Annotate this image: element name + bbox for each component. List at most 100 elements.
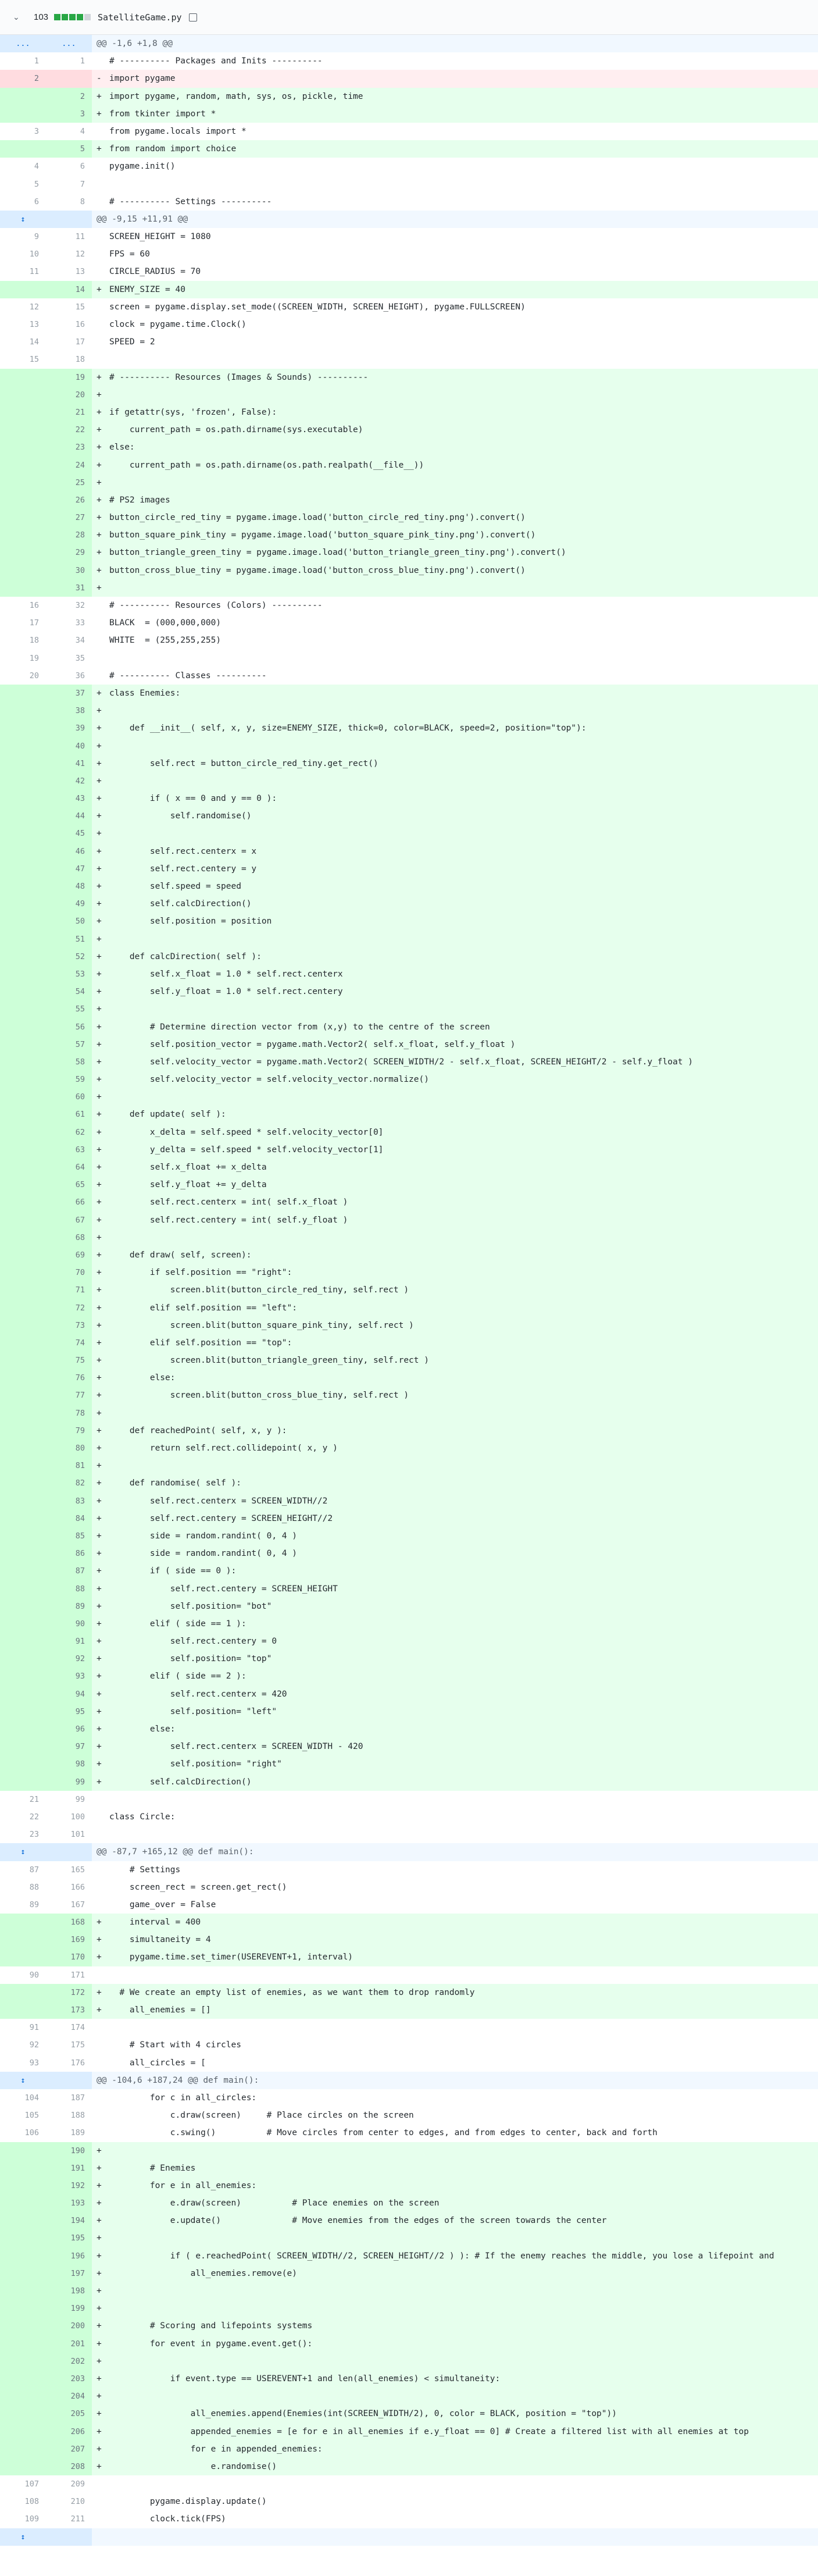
diff-line: 47 + self.rect.centery = y (0, 860, 818, 878)
code-line: + self.rect.centery = SCREEN_HEIGHT (97, 1584, 338, 1594)
diff-line: 77 + screen.blit(button_cross_blue_tiny, … (0, 1387, 818, 1405)
old-line-number: 15 (29, 355, 39, 365)
code-line: + (97, 829, 102, 839)
new-line-number: 94 (46, 1685, 92, 1703)
old-line-number: 104 (24, 2093, 39, 2103)
diff-line: 173 + all_enemies = [] (0, 2001, 818, 2019)
lines-changed-count: 103 (34, 12, 49, 22)
code-line: + class Enemies: (97, 688, 181, 698)
diff-line: 40 + (0, 737, 818, 755)
code-line: pygame.init() (109, 162, 176, 172)
code-line: + self.y_float = 1.0 * self.rect.centery (97, 987, 343, 997)
code-line: + elif ( side == 2 ): (97, 1672, 247, 1681)
diff-line: 23 + else: (0, 439, 818, 457)
old-line-number (0, 2264, 46, 2282)
new-line-number: 35 (75, 653, 85, 663)
expand-icon[interactable]: ↕ (0, 2528, 46, 2546)
code-line: + button_triangle_green_tiny = pygame.ima… (97, 548, 566, 558)
code-line: + x_delta = self.speed * self.velocity_v… (97, 1127, 384, 1137)
old-line-number (0, 719, 46, 737)
expand-icon[interactable]: ↕ (0, 2071, 46, 2089)
code-line: + (97, 2146, 102, 2155)
old-line-number (0, 2142, 46, 2160)
new-line-number: 48 (46, 878, 92, 896)
diff-line: 87 + if ( side == 0 ): (0, 1562, 818, 1580)
code-line: + # We create an empty list of enemies, … (97, 1987, 475, 1997)
diff-line: 104 187 for c in all_circles: (0, 2089, 818, 2107)
old-line-number (0, 1527, 46, 1545)
old-line-number (0, 1211, 46, 1229)
code-line: SPEED = 2 (109, 337, 155, 347)
new-line-number: 18 (75, 355, 85, 365)
code-line: + def reachedPoint( self, x, y ): (97, 1426, 287, 1435)
old-line-number (0, 456, 46, 474)
code-line: + self.randomise() (97, 811, 252, 821)
new-line-number: 26 (46, 491, 92, 510)
diff-line: 92 175 # Start with 4 circles (0, 2036, 818, 2054)
new-line-number: 2 (46, 87, 92, 105)
old-line-number (0, 1123, 46, 1141)
old-line-number (0, 1352, 46, 1370)
hunk-header: @@ -104,6 +187,24 @@ def main(): (97, 2075, 259, 2085)
diff-line: 59 + self.velocity_vector = self.velocity… (0, 1071, 818, 1089)
old-line-number: 87 (29, 1865, 39, 1875)
new-line-number: 170 (46, 1948, 92, 1966)
old-line-number (0, 754, 46, 772)
expand-icon[interactable]: ↕ (0, 1843, 46, 1861)
code-line: + for e in appended_enemies: (97, 2444, 323, 2454)
old-line-number: 3 (34, 126, 39, 136)
code-line: - import pygame (97, 74, 176, 84)
diff-line: 194 + e.update() # Move enemies from the … (0, 2212, 818, 2230)
old-line-number (0, 702, 46, 720)
file-header: ⌄ 103 SatelliteGame.py (0, 0, 818, 35)
old-line-number (0, 947, 46, 965)
diff-line: 86 + side = random.randint( 0, 4 ) (0, 1545, 818, 1563)
old-line-number (0, 2176, 46, 2195)
new-line-number: 44 (46, 807, 92, 825)
diff-line: 65 + self.y_float += y_delta (0, 1176, 818, 1194)
code-line: + else: (97, 1725, 176, 1734)
old-line-number (0, 1281, 46, 1299)
old-line-number (0, 878, 46, 896)
new-line-number: 38 (46, 702, 92, 720)
new-line-number: 4 (80, 126, 85, 136)
file-name[interactable]: SatelliteGame.py (98, 12, 182, 23)
old-line-number: 106 (24, 2128, 39, 2138)
old-line-number (0, 1369, 46, 1387)
code-line: + (97, 776, 102, 786)
new-line-number: 204 (46, 2388, 92, 2406)
old-line-number: 108 (24, 2497, 39, 2507)
code-line: + self.position = position (97, 917, 272, 927)
copy-path-icon[interactable] (188, 13, 197, 22)
code-line: + self.position= "right" (97, 1759, 282, 1769)
diff-line: 93 176 all_circles = [ (0, 2054, 818, 2072)
code-line: + # PS2 images (97, 495, 170, 505)
code-line: + # Determine direction vector from (x,y… (97, 1022, 490, 1032)
old-line-number: 16 (29, 601, 39, 610)
code-line: + all_enemies = [] (97, 2005, 211, 2015)
diff-line: 9 11 SCREEN_HEIGHT = 1080 (0, 228, 818, 246)
old-line-number (0, 842, 46, 860)
code-line: + self.rect.centerx = SCREEN_WIDTH - 420 (97, 1742, 363, 1752)
code-line: + self.calcDirection() (97, 1777, 252, 1787)
old-line-number (0, 1000, 46, 1018)
diff-line: 21 + if getattr(sys, 'frozen', False): (0, 403, 818, 422)
diff-line: 73 + screen.blit(button_square_pink_tiny,… (0, 1316, 818, 1334)
new-line-number: 28 (46, 526, 92, 544)
old-line-number (0, 1176, 46, 1194)
expand-icon[interactable]: ... (0, 35, 46, 53)
old-line-number (0, 1421, 46, 1440)
collapse-chevron-icon[interactable]: ⌄ (13, 12, 24, 22)
old-line-number: 10 (29, 250, 39, 259)
old-line-number (0, 2440, 46, 2458)
code-line: + if ( x == 0 and y == 0 ): (97, 794, 277, 804)
new-line-number: 40 (46, 737, 92, 755)
code-line: + side = random.randint( 0, 4 ) (97, 1531, 298, 1541)
old-line-number (0, 1983, 46, 2001)
old-line-number (0, 825, 46, 843)
expand-icon[interactable]: ↕ (0, 210, 46, 229)
old-line-number (0, 1404, 46, 1422)
old-line-number: 18 (29, 636, 39, 646)
diff-line: 88 + self.rect.centery = SCREEN_HEIGHT (0, 1580, 818, 1598)
